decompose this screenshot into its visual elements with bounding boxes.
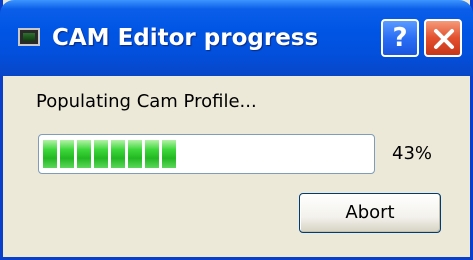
status-text: Populating Cam Profile... [36, 91, 257, 112]
progress-block [162, 140, 176, 168]
progress-block [111, 140, 125, 168]
progress-fill [43, 140, 176, 168]
progress-block [94, 140, 108, 168]
progress-block [77, 140, 91, 168]
abort-button[interactable]: Abort [299, 193, 441, 233]
close-button[interactable] [424, 19, 462, 57]
title-bar[interactable]: CAM Editor progress ? [0, 0, 473, 76]
window-title: CAM Editor progress [52, 25, 319, 51]
progress-percent-label: 43% [392, 143, 433, 164]
close-icon [434, 29, 454, 49]
progress-block [43, 140, 57, 168]
help-button[interactable]: ? [381, 19, 419, 57]
progress-block [145, 140, 159, 168]
progress-block [60, 140, 74, 168]
progress-block [128, 140, 142, 168]
monitor-icon [18, 28, 40, 46]
progress-bar [38, 134, 375, 174]
progress-dialog: CAM Editor progress ? Populating Cam Pro… [0, 0, 473, 260]
